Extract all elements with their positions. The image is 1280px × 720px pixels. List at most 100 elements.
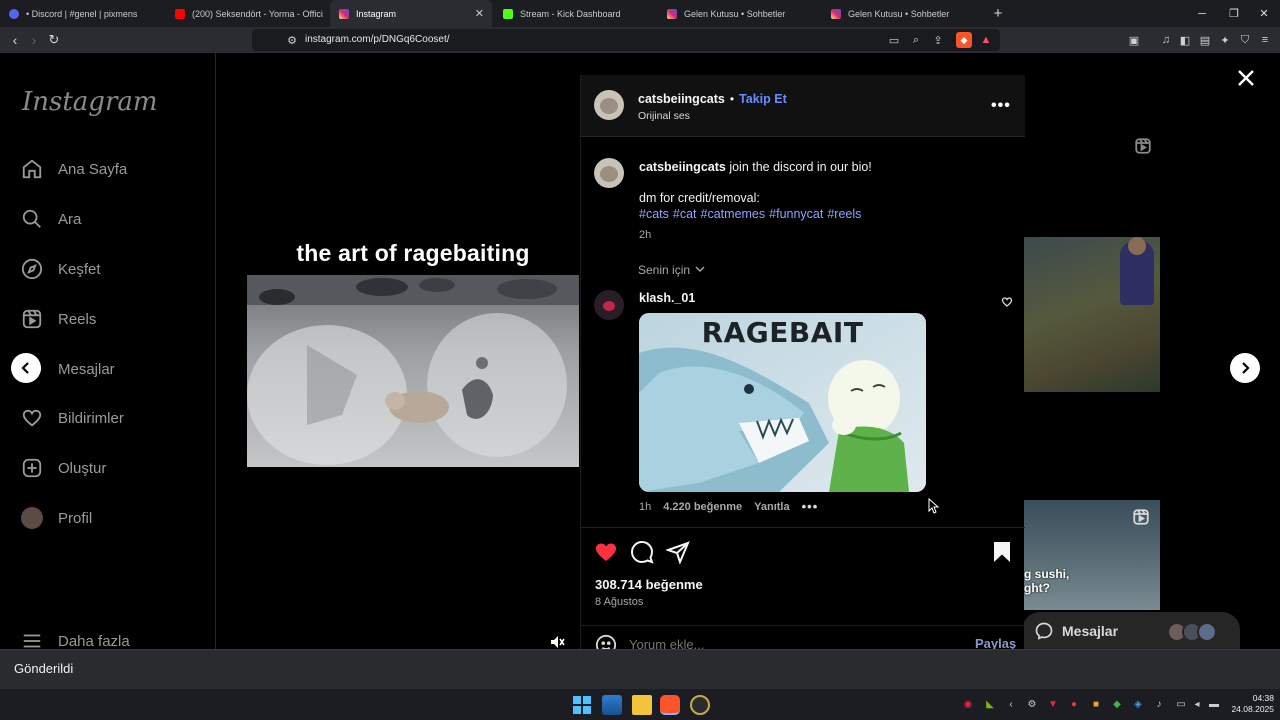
tab-instagram[interactable]: Instagram ✕ [330, 0, 492, 27]
instagram-icon [339, 8, 349, 19]
avatar[interactable] [594, 158, 624, 188]
cast-icon[interactable]: ▭ [886, 32, 902, 48]
like-count[interactable]: 308.714 beğenme [595, 577, 703, 592]
brave-shields-icon[interactable]: ◆ [956, 32, 972, 48]
nav-more[interactable]: Daha fazla [20, 633, 130, 649]
hashtag-link[interactable]: #cats [639, 207, 669, 221]
steam-icon[interactable]: ⚙ [1026, 698, 1038, 710]
wallet-icon[interactable]: ▤ [1197, 32, 1213, 48]
post-video[interactable] [247, 275, 579, 467]
separator-dot: • [729, 92, 735, 106]
more-options-icon[interactable]: ••• [991, 97, 1011, 115]
reload-button[interactable]: ↻ [44, 30, 64, 50]
instagram-sidebar: Instagram Ana Sayfa Ara Keşfet Reels Mes… [0, 53, 216, 649]
reply-button[interactable]: Yanıtla [754, 501, 789, 513]
media-icon[interactable]: ♫ [1158, 32, 1174, 48]
commenter-username[interactable]: klash._01 [639, 291, 695, 305]
nav-notifications[interactable]: Bildirimler [20, 403, 124, 433]
tab-inbox-2[interactable]: Gelen Kutusu • Sohbetler [822, 0, 984, 27]
comment-sort-dropdown[interactable]: Senin için [638, 263, 705, 277]
audio-label[interactable]: Orijinal ses [638, 110, 690, 122]
hashtag-link[interactable]: #cat [673, 207, 697, 221]
messages-dock[interactable]: Mesajlar [1022, 612, 1240, 649]
tray-app-icon[interactable]: ■ [1090, 698, 1102, 710]
share-icon[interactable]: ⇪ [930, 32, 946, 48]
url-text: instagram.com/p/DNGq6Cooset/ [305, 34, 450, 45]
feed-thumbnail[interactable] [1024, 237, 1160, 392]
post-comment-button[interactable]: Paylaş [975, 636, 1016, 649]
site-info-icon[interactable]: ⚙ [284, 32, 300, 48]
avatar[interactable] [594, 90, 624, 120]
os-taskbar: ◉ ◣ ‹ ⚙ ▼ ● ■ ◆ ◈ ♪ ▭ ◂ ▬ 04:38 24.08.20… [0, 689, 1280, 720]
comment-icon[interactable] [630, 540, 654, 564]
menu-icon[interactable]: ≡ [1257, 32, 1273, 48]
bookmark-icon[interactable] [990, 540, 1014, 564]
start-menu-icon[interactable] [572, 695, 592, 715]
feed-thumbnail[interactable]: g sushi, ght? [1024, 500, 1160, 610]
brave-rewards-icon[interactable]: ▲ [978, 32, 994, 48]
tab-inbox-1[interactable]: Gelen Kutusu • Sohbetler [658, 0, 820, 27]
hashtag-link[interactable]: #catmemes [701, 207, 766, 221]
tab-discord[interactable]: • Discord | #genel | pixmens [0, 0, 168, 27]
heart-icon[interactable] [1001, 295, 1013, 307]
back-button[interactable]: ‹ [5, 30, 25, 50]
caption-username[interactable]: catsbeiingcats [639, 160, 726, 174]
nav-create[interactable]: Oluştur [20, 453, 106, 483]
brave-browser-icon[interactable] [660, 695, 680, 715]
minimize-button[interactable]: ─ [1186, 0, 1218, 27]
comment-gif[interactable]: RAGEBAIT [639, 313, 926, 492]
more-options-icon[interactable]: ••• [802, 499, 819, 514]
file-explorer-icon[interactable] [632, 695, 652, 715]
new-tab-button[interactable]: + [982, 0, 1014, 27]
heart-icon [20, 406, 44, 430]
author-username[interactable]: catsbeiingcats [638, 92, 725, 106]
hashtag-link[interactable]: #funnycat [769, 207, 823, 221]
nvidia-icon[interactable]: ◣ [984, 698, 996, 710]
nav-reels[interactable]: Reels [20, 304, 96, 334]
reader-icon[interactable]: ▣ [1126, 32, 1142, 48]
mute-icon[interactable] [549, 634, 565, 650]
nav-search[interactable]: Ara [20, 204, 81, 234]
tray-app-icon[interactable]: ▼ [1047, 698, 1059, 710]
tab-youtube[interactable]: (200) Seksendört - Yorma - Offici [166, 0, 328, 27]
next-post-button[interactable] [1230, 353, 1260, 383]
instagram-logo[interactable]: Instagram [22, 87, 158, 117]
nav-explore[interactable]: Keşfet [20, 254, 101, 284]
comment-likes[interactable]: 4.220 beğenme [663, 501, 742, 513]
tab-title: (200) Seksendört - Yorma - Offici [192, 8, 323, 19]
tray-app-icon[interactable]: ◉ [962, 698, 974, 710]
app-icon[interactable] [690, 695, 710, 715]
tray-app-icon[interactable]: ◈ [1132, 698, 1144, 710]
tab-kick[interactable]: Stream - Kick Dashboard [494, 0, 656, 27]
tray-app-icon[interactable]: ● [1068, 698, 1080, 710]
address-bar[interactable]: ⚙ instagram.com/p/DNGq6Cooset/ ▭ ⌕ ⇪ ◆ ▲ [252, 29, 1000, 51]
follow-button[interactable]: Takip Et [739, 92, 787, 106]
previous-post-button[interactable] [11, 353, 41, 383]
network-icon[interactable]: ▭ [1175, 698, 1187, 710]
tray-app-icon[interactable]: ◆ [1111, 698, 1123, 710]
comment-input[interactable] [629, 635, 929, 649]
zoom-icon[interactable]: ⌕ [908, 32, 924, 48]
close-modal-icon[interactable] [1236, 68, 1256, 88]
vpn-icon[interactable]: ⛉ [1237, 32, 1253, 48]
nav-home[interactable]: Ana Sayfa [20, 154, 127, 184]
clock-time: 04:38 [1252, 693, 1274, 703]
microphone-icon[interactable]: ♪ [1153, 698, 1165, 710]
close-tab-icon[interactable]: ✕ [475, 7, 484, 20]
heart-icon[interactable] [594, 540, 618, 564]
restore-button[interactable]: ❐ [1218, 0, 1250, 27]
close-window-button[interactable]: ✕ [1248, 0, 1280, 27]
leo-icon[interactable]: ✦ [1217, 32, 1233, 48]
tray-app-icon[interactable]: ‹ [1005, 698, 1017, 710]
hashtag-link[interactable]: #reels [827, 207, 861, 221]
system-clock[interactable]: 04:38 24.08.2025 [1226, 693, 1274, 715]
sidebar-toggle-icon[interactable]: ◧ [1177, 32, 1193, 48]
volume-icon[interactable]: ◂ [1191, 698, 1203, 710]
widgets-icon[interactable] [602, 695, 622, 715]
share-icon[interactable] [664, 540, 690, 565]
forward-button[interactable]: › [24, 30, 44, 50]
avatar[interactable] [594, 290, 624, 320]
nav-profile[interactable]: Profil [20, 503, 92, 533]
battery-icon[interactable]: ▬ [1208, 698, 1220, 710]
emoji-icon[interactable] [595, 634, 617, 649]
